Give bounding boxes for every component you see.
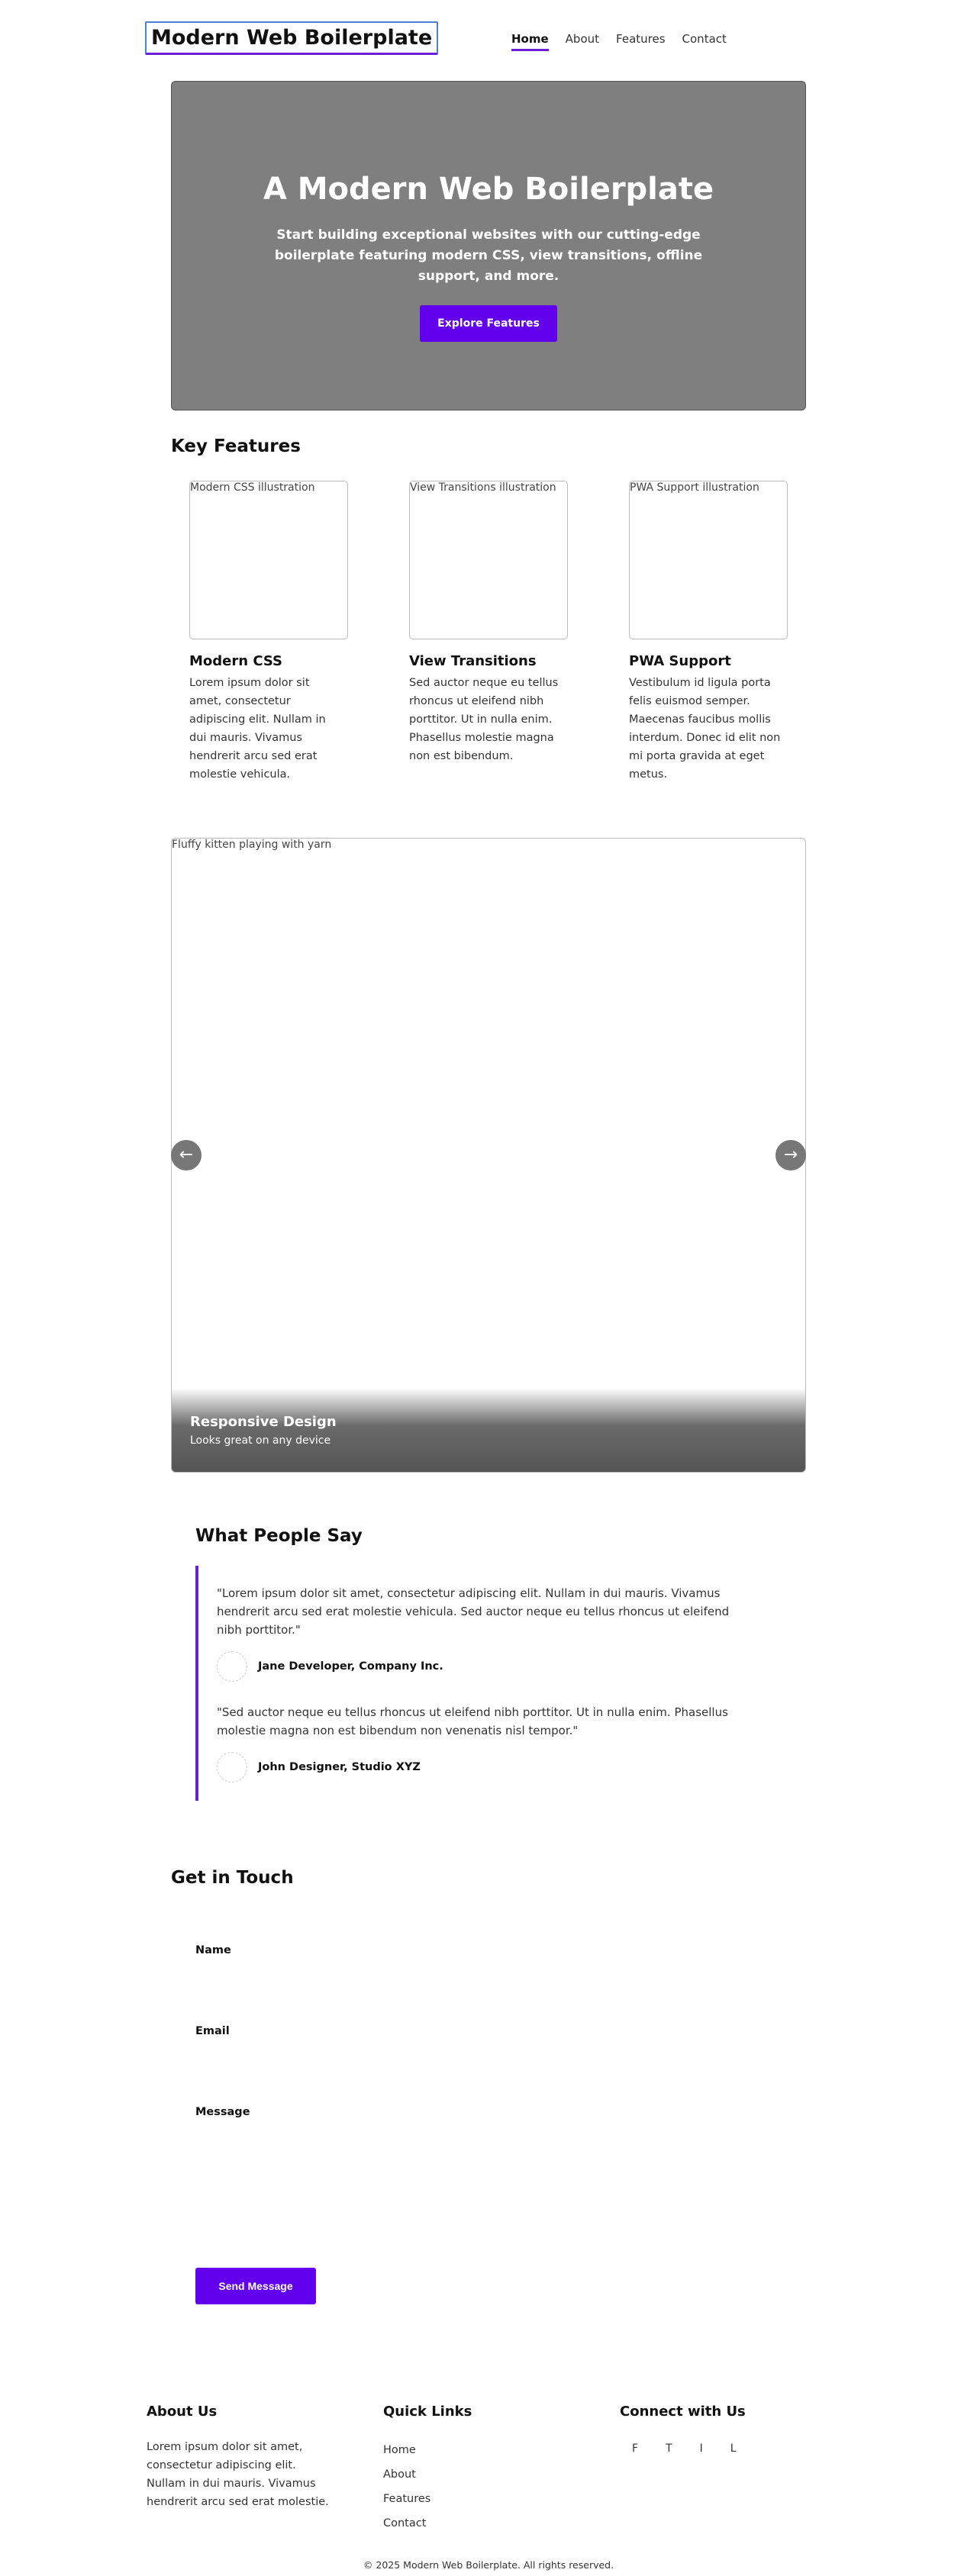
- footer-link-home[interactable]: Home: [383, 2438, 582, 2462]
- carousel-caption: Responsive Design Looks great on any dev…: [172, 1388, 805, 1472]
- feature-title: Modern CSS: [189, 653, 282, 669]
- nav-link-features[interactable]: Features: [616, 32, 666, 51]
- footer-about: About Us Lorem ipsum dolor sit amet, con…: [147, 2404, 345, 2511]
- feature-card-pwa-support: PWA Support illustration PWA Support Ves…: [629, 481, 794, 784]
- footer-social-title: Connect with Us: [620, 2404, 746, 2420]
- testimonial-card: "Sed auctor neque eu tellus rhoncus ut e…: [195, 1685, 760, 1801]
- testimonial-quote: "Lorem ipsum dolor sit amet, consectetur…: [217, 1586, 730, 1637]
- name-label: Name: [195, 1944, 231, 1956]
- arrow-left-icon: ←: [179, 1145, 194, 1164]
- twitter-icon[interactable]: T: [666, 2442, 672, 2455]
- carousel-caption-title: Responsive Design: [190, 1414, 337, 1430]
- testimonial-author-name: John Designer, Studio XYZ: [258, 1761, 421, 1773]
- features-title: Key Features: [171, 436, 301, 456]
- site-logo-text: Modern Web Boilerplate: [151, 26, 433, 50]
- footer-quick-links: Quick Links Home About Features Contact: [383, 2404, 582, 2536]
- email-label: Email: [195, 2025, 230, 2037]
- carousel-prev-button[interactable]: ←: [171, 1140, 202, 1170]
- name-field[interactable]: [195, 1966, 730, 1993]
- site-header: Modern Web Boilerplate Home About Featur…: [145, 15, 832, 66]
- feature-title: PWA Support: [629, 653, 731, 669]
- main-nav: Home About Features Contact: [511, 32, 727, 51]
- testimonial-quote: "Sed auctor neque eu tellus rhoncus ut e…: [217, 1705, 728, 1737]
- feature-card-modern-css: Modern CSS illustration Modern CSS Lorem…: [189, 481, 354, 784]
- social-links: F T I L: [620, 2442, 818, 2455]
- carousel-image: Fluffy kitten playing with yarn: [172, 839, 332, 851]
- testimonials-title: What People Say: [195, 1526, 363, 1546]
- testimonial-author-name: Jane Developer, Company Inc.: [258, 1660, 443, 1673]
- facebook-icon[interactable]: F: [632, 2442, 638, 2455]
- feature-card-view-transitions: View Transitions illustration View Trans…: [409, 481, 574, 765]
- feature-image: View Transitions illustration: [409, 481, 568, 639]
- arrow-right-icon: →: [783, 1145, 798, 1164]
- footer-about-text: Lorem ipsum dolor sit amet, consectetur …: [147, 2441, 329, 2508]
- hero-section: A Modern Web Boilerplate Start building …: [171, 81, 806, 411]
- footer-link-features[interactable]: Features: [383, 2487, 582, 2511]
- image-carousel: Fluffy kitten playing with yarn Responsi…: [171, 838, 806, 1473]
- send-message-button[interactable]: Send Message: [195, 2268, 316, 2304]
- hero-title: A Modern Web Boilerplate: [263, 172, 714, 207]
- carousel-next-button[interactable]: →: [775, 1140, 806, 1170]
- email-field[interactable]: [195, 2046, 730, 2074]
- feature-text: Sed auctor neque eu tellus rhoncus ut el…: [409, 677, 559, 762]
- footer-about-title: About Us: [147, 2404, 218, 2420]
- nav-link-contact[interactable]: Contact: [682, 32, 727, 51]
- feature-text: Lorem ipsum dolor sit amet, consectetur …: [189, 677, 326, 781]
- message-field[interactable]: [195, 2127, 730, 2249]
- avatar: [217, 1651, 247, 1682]
- footer-links-title: Quick Links: [383, 2404, 472, 2420]
- nav-link-about[interactable]: About: [566, 32, 599, 51]
- feature-text: Vestibulum id ligula porta felis euismod…: [629, 677, 781, 781]
- contact-title: Get in Touch: [171, 1868, 294, 1888]
- site-logo[interactable]: Modern Web Boilerplate: [145, 21, 439, 55]
- testimonial-author: John Designer, Studio XYZ: [217, 1752, 760, 1782]
- linkedin-icon[interactable]: L: [730, 2442, 737, 2455]
- testimonial-author: Jane Developer, Company Inc.: [217, 1651, 760, 1682]
- carousel-caption-text: Looks great on any device: [190, 1435, 331, 1447]
- footer-link-about[interactable]: About: [383, 2462, 582, 2487]
- footer-link-contact[interactable]: Contact: [383, 2511, 582, 2536]
- message-label: Message: [195, 2106, 250, 2118]
- nav-link-home[interactable]: Home: [511, 32, 549, 51]
- testimonial-card: "Lorem ipsum dolor sit amet, consectetur…: [195, 1566, 760, 1700]
- footer-social: Connect with Us F T I L: [620, 2404, 818, 2455]
- copyright: © 2025 Modern Web Boilerplate. All right…: [363, 2559, 614, 2571]
- avatar: [217, 1752, 247, 1782]
- instagram-icon[interactable]: I: [700, 2442, 703, 2455]
- feature-image: PWA Support illustration: [629, 481, 788, 639]
- feature-title: View Transitions: [409, 653, 537, 669]
- feature-image: Modern CSS illustration: [189, 481, 348, 639]
- explore-features-button[interactable]: Explore Features: [420, 305, 557, 342]
- hero-subtitle: Start building exceptional websites with…: [274, 227, 703, 284]
